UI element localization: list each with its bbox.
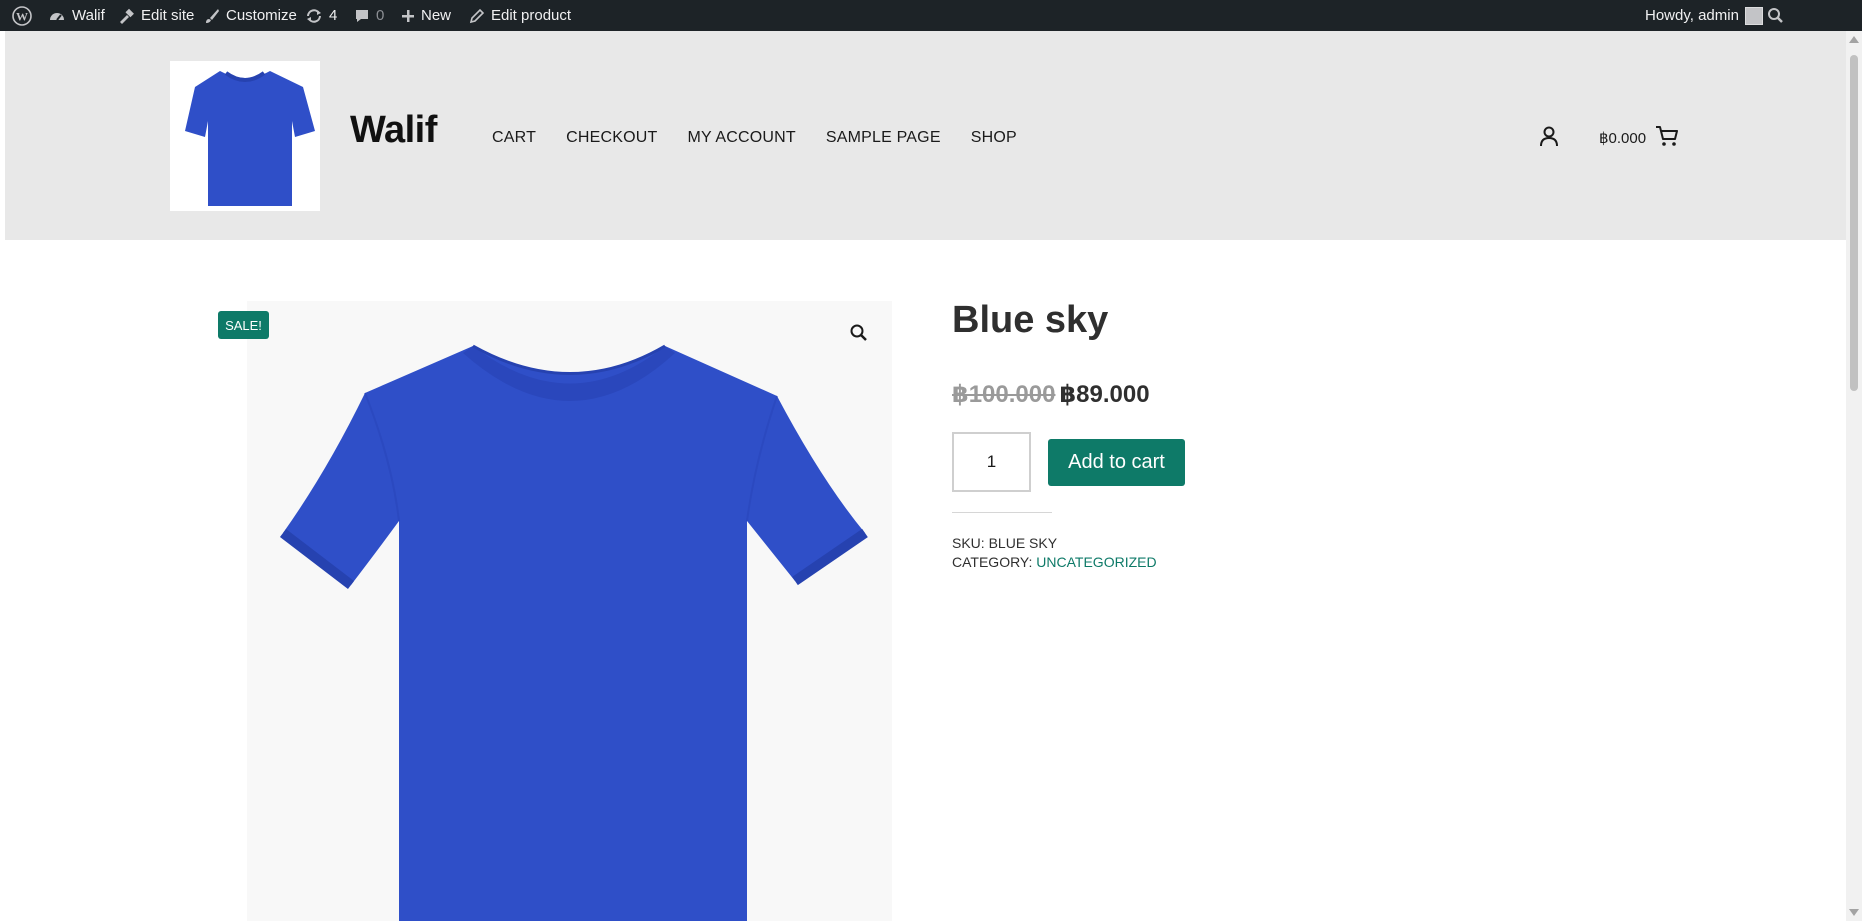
quantity-input[interactable] — [952, 432, 1031, 492]
edit-product-link[interactable]: Edit product — [469, 0, 571, 31]
admin-search-icon[interactable] — [1767, 0, 1784, 31]
new-label: New — [421, 7, 452, 24]
product-category: CATEGORY: UNCATEGORIZED — [952, 554, 1157, 570]
add-to-cart-button[interactable]: Add to cart — [1048, 439, 1185, 486]
site-title[interactable]: Walif — [350, 109, 437, 152]
updates-link[interactable]: 4 — [305, 0, 337, 31]
customize-label: Customize — [226, 7, 297, 24]
pencil-icon — [469, 8, 485, 23]
zoom-icon[interactable] — [849, 323, 869, 348]
nav-item-cart[interactable]: CART — [492, 129, 536, 147]
regular-price: ฿100.000 — [952, 381, 1056, 408]
edit-product-label: Edit product — [491, 7, 572, 24]
admin-site-name: Walif — [72, 7, 105, 24]
tshirt-product-image — [279, 344, 868, 921]
comments-link[interactable]: 0 — [354, 0, 384, 31]
product-title: Blue sky — [952, 299, 1109, 341]
category-label: CATEGORY: — [952, 554, 1033, 570]
sku-label: SKU: — [952, 535, 985, 551]
howdy-greeting: Howdy, admin — [1645, 7, 1739, 24]
cart-icon[interactable] — [1655, 125, 1679, 152]
comment-icon — [356, 9, 368, 22]
customize-link[interactable]: Customize — [204, 0, 297, 31]
scroll-down-arrow-icon[interactable] — [1849, 909, 1859, 916]
plus-icon — [402, 9, 414, 22]
updates-icon — [307, 8, 321, 23]
user-account-icon[interactable] — [1538, 125, 1560, 152]
sku-value: BLUE SKY — [988, 535, 1058, 551]
scroll-up-arrow-icon[interactable] — [1849, 36, 1859, 43]
admin-site-link[interactable]: Walif — [48, 0, 105, 31]
nav-item-shop[interactable]: SHOP — [971, 129, 1017, 147]
primary-nav: CART CHECKOUT MY ACCOUNT SAMPLE PAGE SHO… — [492, 129, 1017, 147]
site-logo[interactable] — [170, 61, 320, 211]
dashboard-icon — [50, 12, 64, 21]
tshirt-logo-image — [185, 71, 315, 206]
sale-price: ฿89.000 — [1059, 381, 1150, 408]
new-content-link[interactable]: New — [401, 0, 451, 31]
sale-badge: SALE! — [218, 311, 269, 339]
svg-text:W: W — [16, 9, 28, 23]
product-image[interactable] — [247, 301, 892, 921]
product-price: ฿100.000 ฿89.000 — [952, 380, 1150, 409]
category-link[interactable]: UNCATEGORIZED — [1036, 554, 1156, 570]
edit-site-label: Edit site — [141, 7, 195, 24]
edit-site-link[interactable]: Edit site — [117, 0, 194, 31]
wordpress-logo-icon[interactable]: W — [12, 0, 32, 31]
page-viewport: Walif CART CHECKOUT MY ACCOUNT SAMPLE PA… — [0, 31, 1846, 921]
scrollbar-thumb[interactable] — [1850, 55, 1858, 391]
account-menu[interactable]: Howdy, admin — [1645, 0, 1763, 31]
nav-item-sample-page[interactable]: SAMPLE PAGE — [826, 129, 941, 147]
nav-item-my-account[interactable]: MY ACCOUNT — [687, 129, 795, 147]
header-cart-total[interactable]: ฿0.000 — [1599, 129, 1646, 147]
site-header: Walif CART CHECKOUT MY ACCOUNT SAMPLE PA… — [5, 31, 1846, 240]
paintbrush-icon — [206, 8, 219, 23]
meta-divider — [952, 512, 1052, 513]
edit-site-icon — [120, 8, 134, 24]
updates-count: 4 — [329, 7, 338, 24]
product-sku: SKU: BLUE SKY — [952, 535, 1057, 551]
admin-bar: W Walif Edit site Customize 4 0 New Edit… — [0, 0, 1862, 31]
comments-count: 0 — [376, 7, 385, 24]
page-scrollbar[interactable] — [1846, 31, 1862, 921]
avatar — [1744, 6, 1763, 25]
nav-item-checkout[interactable]: CHECKOUT — [566, 129, 657, 147]
